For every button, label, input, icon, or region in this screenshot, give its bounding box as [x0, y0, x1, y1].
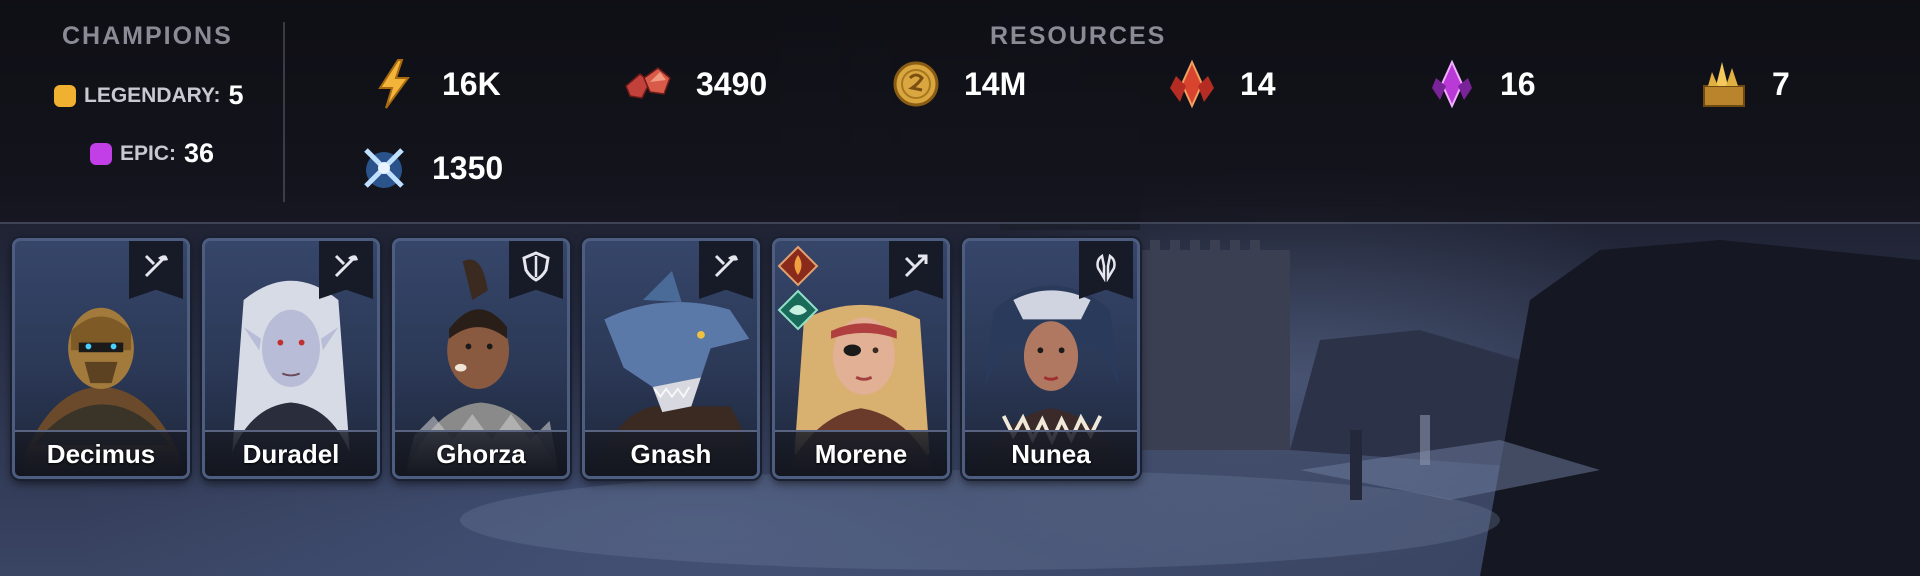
epic-count: EPIC: 36: [90, 138, 214, 169]
force-affinity-icon: [777, 245, 819, 287]
champion-name-bar: Morene: [775, 430, 947, 476]
arena-token-value: 1350: [432, 149, 504, 186]
gems-value: 3490: [696, 65, 768, 102]
resource-sacred-shards: 7: [1696, 56, 1790, 112]
spirit-affinity-icon: [777, 289, 819, 331]
champion-name: Morene: [814, 438, 908, 469]
gems-icon: [620, 56, 676, 112]
support-role-icon: [904, 254, 928, 278]
resource-arena-tokens: 1350: [356, 140, 503, 196]
champion-name: Decimus: [46, 438, 156, 469]
champion-name: Gnash: [630, 438, 712, 469]
resource-gems: 3490: [620, 56, 767, 112]
champion-name-bar: Nunea: [965, 430, 1137, 476]
champion-card-decimus[interactable]: Decimus: [12, 238, 190, 479]
epic-label: EPIC:: [120, 141, 177, 165]
attack-role-icon: [334, 254, 358, 278]
arena-token-icon: [356, 140, 412, 196]
champions-title: CHAMPIONS: [62, 22, 233, 50]
defense-role-icon: [522, 251, 550, 282]
epic-rarity-icon: [90, 142, 112, 165]
energy-icon: [366, 56, 422, 112]
attack-role-icon: [714, 254, 738, 278]
epic-value: 36: [184, 138, 215, 168]
attack-role-icon: [144, 254, 168, 278]
resources-title: RESOURCES: [990, 22, 1167, 50]
header-divider: [283, 22, 285, 202]
ancient-shard-icon: [1164, 56, 1220, 112]
champion-name-bar: Gnash: [585, 430, 757, 476]
resource-ancient-shards: 14: [1164, 56, 1276, 112]
legendary-count: LEGENDARY: 5: [54, 80, 244, 111]
champion-card-duradel[interactable]: Duradel: [202, 238, 380, 479]
silver-value: 14M: [964, 65, 1027, 102]
legendary-label: LEGENDARY:: [84, 83, 221, 107]
resource-silver: 14M: [888, 56, 1026, 112]
champion-card-morene[interactable]: Morene: [772, 238, 950, 479]
champion-card-gnash[interactable]: Gnash: [582, 238, 760, 479]
resource-energy: 16K: [366, 56, 501, 112]
champion-name: Nunea: [1011, 438, 1091, 469]
void-shard-icon: [1424, 56, 1480, 112]
champion-name: Duradel: [242, 438, 340, 469]
silver-coin-icon: [888, 56, 944, 112]
champion-name-bar: Decimus: [15, 430, 187, 476]
energy-value: 16K: [442, 65, 501, 102]
resource-void-shards: 16: [1424, 56, 1536, 112]
sacred-shard-value: 7: [1772, 65, 1790, 102]
champion-name-bar: Ghorza: [395, 430, 567, 476]
champion-card-ghorza[interactable]: Ghorza: [392, 238, 570, 479]
legendary-value: 5: [228, 80, 244, 110]
champion-name-bar: Duradel: [205, 430, 377, 476]
hp-role-icon: [1096, 253, 1116, 282]
void-shard-value: 16: [1500, 65, 1536, 102]
legendary-rarity-icon: [54, 84, 76, 107]
header-panel: CHAMPIONS LEGENDARY: 5 EPIC: 36 RESOURCE…: [0, 0, 1920, 224]
champion-cards: Decimus Duradel Ghorza Gnash Morene Nune…: [12, 238, 1140, 479]
champion-card-nunea[interactable]: Nunea: [962, 238, 1140, 479]
sacred-shard-icon: [1696, 56, 1752, 112]
ancient-shard-value: 14: [1240, 65, 1276, 102]
champion-name: Ghorza: [436, 438, 526, 469]
